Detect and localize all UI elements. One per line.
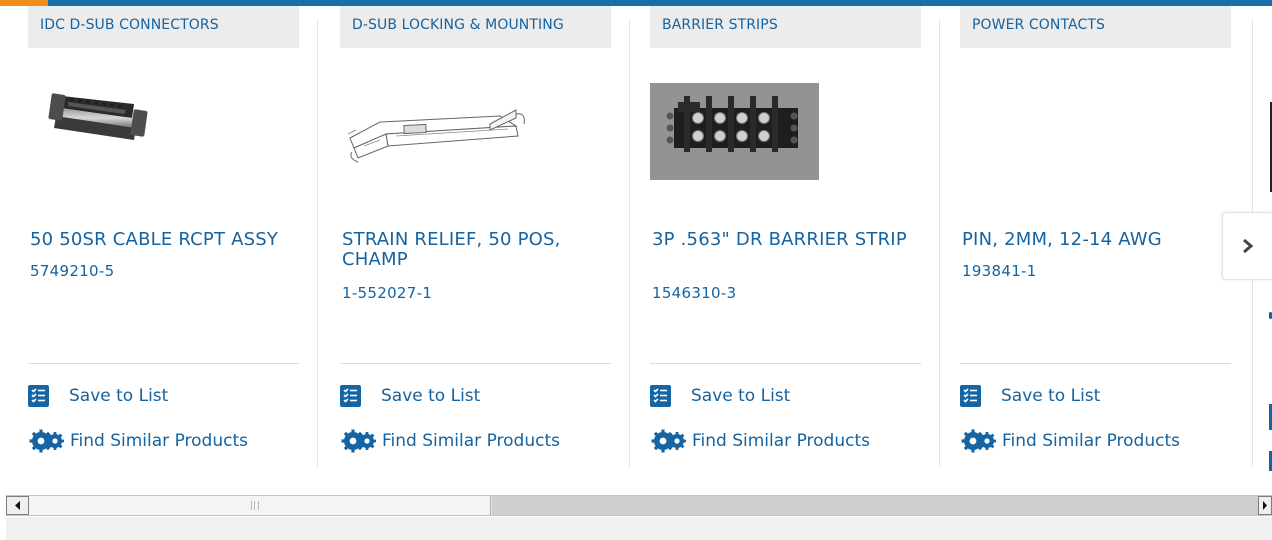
strain-relief-drawing [347,109,525,163]
double-gear-icon [28,428,66,454]
product-title[interactable]: 50 50SR CABLE RCPT ASSY [30,230,300,250]
product-carousel-page: IDC D-SUB CONNECTORS 50 50SR CABLE RCPT … [0,0,1272,540]
save-to-list-button[interactable]: Save to List [340,383,480,409]
find-similar-button[interactable]: Find Similar Products [650,428,870,454]
scrollbar-thumb[interactable] [29,496,491,515]
find-similar-label: Find Similar Products [70,431,248,451]
scroll-left-arrow-icon[interactable] [6,496,29,515]
divider [650,363,921,364]
scrollbar-grip [251,501,259,510]
product-card: D-SUB LOCKING & MOUNTING STRAIN RELIEF, … [320,6,630,468]
save-to-list-label: Save to List [381,386,481,406]
save-to-list-label: Save to List [1001,386,1101,406]
idc-dsub-connector-photo [48,93,148,140]
double-gear-icon [960,428,998,454]
find-similar-button[interactable]: Find Similar Products [28,428,248,454]
carousel-next-button[interactable] [1222,212,1272,280]
part-number[interactable]: 1546310-3 [652,284,736,302]
checklist-icon [340,385,361,407]
product-category[interactable]: POWER CONTACTS [960,6,1231,48]
horizontal-scrollbar[interactable] [6,495,1272,516]
product-card: IDC D-SUB CONNECTORS 50 50SR CABLE RCPT … [8,6,318,468]
checklist-icon [650,385,671,407]
card-separator [317,20,318,467]
save-to-list-label: Save to List [691,386,791,406]
barrier-strip-photo [650,83,819,180]
product-category[interactable]: IDC D-SUB CONNECTORS [28,6,299,48]
product-title[interactable]: PIN, 2MM, 12-14 AWG [962,230,1232,250]
product-card: POWER CONTACTS PIN, 2MM, 12-14 AWG 19384… [940,6,1250,468]
save-to-list-button[interactable]: Save to List [28,383,168,409]
save-to-list-label: Save to List [69,386,169,406]
scrollbar-track[interactable] [492,496,1258,515]
product-image[interactable] [340,66,611,206]
product-category[interactable]: D-SUB LOCKING & MOUNTING [340,6,611,48]
product-category[interactable]: BARRIER STRIPS [650,6,921,48]
carousel-track: IDC D-SUB CONNECTORS 50 50SR CABLE RCPT … [8,6,1272,476]
scroll-right-arrow-icon[interactable] [1258,496,1272,515]
double-gear-icon [340,428,378,454]
find-similar-label: Find Similar Products [382,431,560,451]
save-to-list-button[interactable]: Save to List [960,383,1100,409]
checklist-icon [28,385,49,407]
product-title[interactable]: 3P .563" DR BARRIER STRIP [652,230,922,250]
divider [960,363,1231,364]
bottom-panel [6,517,1272,540]
product-title[interactable]: STRAIN RELIEF, 50 POS, CHAMP [342,230,612,270]
find-similar-button[interactable]: Find Similar Products [340,428,560,454]
product-image[interactable] [28,66,299,206]
part-number[interactable]: 193841-1 [962,262,1037,280]
product-image[interactable] [650,66,921,206]
part-number[interactable]: 1-552027-1 [342,284,432,302]
double-gear-icon [650,428,688,454]
save-to-list-button[interactable]: Save to List [650,383,790,409]
chevron-right-icon [1243,238,1254,254]
find-similar-label: Find Similar Products [1002,431,1180,451]
checklist-icon [960,385,981,407]
product-card: BARRIER STRIPS 3P .563" DR BARRIER STRIP… [630,6,940,468]
part-number[interactable]: 5749210-5 [30,262,114,280]
product-image-empty[interactable] [960,66,1231,206]
find-similar-button[interactable]: Find Similar Products [960,428,1180,454]
find-similar-label: Find Similar Products [692,431,870,451]
divider [28,363,299,364]
divider [340,363,611,364]
